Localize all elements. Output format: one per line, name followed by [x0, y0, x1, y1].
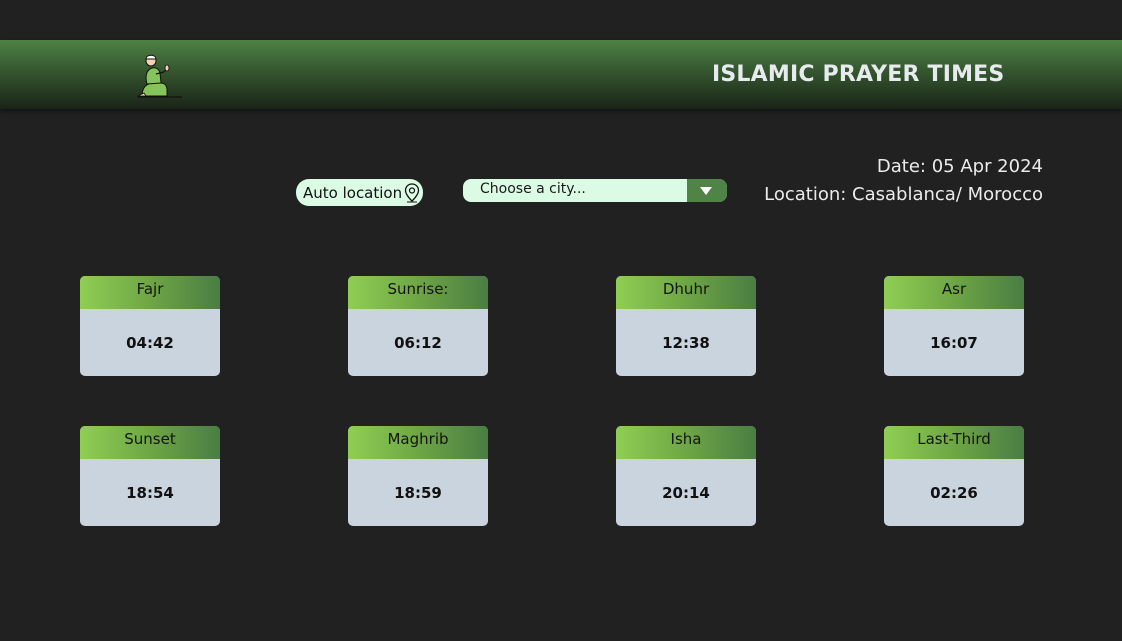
prayer-card-dhuhr: Dhuhr 12:38 [616, 276, 756, 376]
page: ISLAMIC PRAYER TIMES Auto location Choos… [0, 0, 1122, 641]
prayer-name: Sunset [80, 426, 220, 459]
date-location-info: Date: 05 Apr 2024 Location: Casablanca/ … [764, 153, 1043, 209]
prayer-name: Fajr [80, 276, 220, 309]
city-select-placeholder: Choose a city... [480, 181, 586, 197]
prayer-time: 12:38 [662, 334, 710, 352]
prayer-time: 18:59 [394, 484, 442, 502]
auto-location-button[interactable]: Auto location [296, 179, 423, 206]
chevron-down-icon [700, 187, 712, 195]
prayer-card-last-third: Last-Third 02:26 [884, 426, 1024, 526]
prayer-name: Dhuhr [616, 276, 756, 309]
prayer-time: 02:26 [930, 484, 978, 502]
app-title: ISLAMIC PRAYER TIMES [712, 62, 1005, 87]
location-pin-icon [404, 182, 420, 203]
auto-location-label: Auto location [303, 183, 403, 202]
prayer-name: Maghrib [348, 426, 488, 459]
prayer-time: 04:42 [126, 334, 174, 352]
prayer-card-sunset: Sunset 18:54 [80, 426, 220, 526]
prayer-card-asr: Asr 16:07 [884, 276, 1024, 376]
city-select[interactable]: Choose a city... [463, 179, 727, 202]
praying-person-icon [134, 50, 184, 100]
location-text: Location: Casablanca/ Morocco [764, 184, 1043, 205]
prayer-card-sunrise: Sunrise: 06:12 [348, 276, 488, 376]
prayer-time: 18:54 [126, 484, 174, 502]
city-select-toggle[interactable] [687, 179, 727, 202]
prayer-card-isha: Isha 20:14 [616, 426, 756, 526]
prayer-time: 20:14 [662, 484, 710, 502]
app-header: ISLAMIC PRAYER TIMES [0, 40, 1122, 109]
date-text: Date: 05 Apr 2024 [876, 156, 1043, 177]
prayer-card-maghrib: Maghrib 18:59 [348, 426, 488, 526]
prayer-card-fajr: Fajr 04:42 [80, 276, 220, 376]
prayer-time: 06:12 [394, 334, 442, 352]
prayer-name: Sunrise: [348, 276, 488, 309]
prayer-name: Last-Third [884, 426, 1024, 459]
prayer-name: Isha [616, 426, 756, 459]
prayer-name: Asr [884, 276, 1024, 309]
prayer-time: 16:07 [930, 334, 978, 352]
